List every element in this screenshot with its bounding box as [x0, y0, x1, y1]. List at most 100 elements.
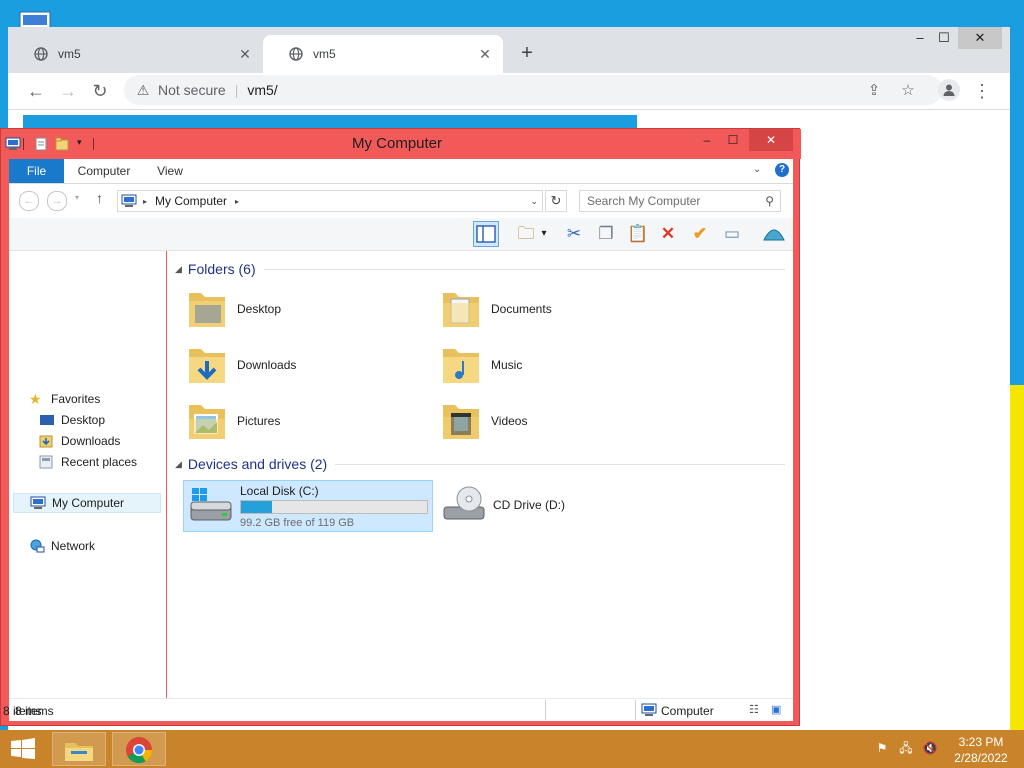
recent-locations-icon[interactable]: ▾: [75, 193, 79, 202]
collapse-icon: ◢: [175, 263, 182, 274]
refresh-icon[interactable]: ↻: [545, 190, 567, 212]
checkmark-icon[interactable]: ✔: [687, 221, 713, 247]
address-row: ← → ▾ ↑ ▸ My Computer ▸ ⌄ ↻ Search My Co…: [9, 184, 793, 218]
taskbar-chrome[interactable]: [112, 732, 166, 766]
action-center-flag-icon[interactable]: ⚑: [874, 740, 890, 756]
content-pane: ◢ Folders (6) Desktop Documents Download…: [167, 251, 793, 698]
pictures-folder-icon: [189, 405, 225, 439]
breadcrumb-chevron-icon[interactable]: ▸: [235, 197, 239, 206]
status-divider: [635, 700, 636, 720]
folder-name: Desktop: [237, 302, 282, 316]
folder-item-music[interactable]: Music: [433, 339, 683, 391]
windows-start-icon[interactable]: [10, 738, 36, 760]
ribbon-expand-icon[interactable]: ⌄: [753, 164, 761, 175]
file-explorer-icon: [65, 743, 93, 761]
group-header-drives[interactable]: ◢ Devices and drives (2): [175, 453, 785, 475]
folder-name: Videos: [491, 414, 528, 428]
folder-item-pictures[interactable]: Pictures: [179, 395, 429, 447]
downloads-folder-icon: [189, 349, 225, 383]
rename-icon[interactable]: ▭: [719, 221, 745, 247]
close-window-icon[interactable]: ✕: [749, 129, 793, 151]
minimize-icon[interactable]: –: [697, 129, 717, 151]
delete-icon[interactable]: ✕: [655, 221, 681, 247]
shell-icon[interactable]: [761, 221, 787, 247]
warning-icon: ⚠: [136, 81, 150, 98]
outer-status-bar: 8 items Computer: [1, 700, 801, 720]
breadcrumb-text[interactable]: My Computer: [155, 194, 227, 208]
search-input[interactable]: Search My Computer ⚲: [579, 190, 781, 212]
folder-item-downloads[interactable]: Downloads: [179, 339, 429, 391]
close-tab-icon[interactable]: ✕: [477, 46, 493, 62]
nav-label: My Computer: [52, 496, 125, 510]
drive-item-local-disk[interactable]: Local Disk (C:) 99.2 GB free of 119 GB: [183, 480, 433, 532]
star-icon[interactable]: ☆: [898, 81, 918, 101]
nav-network[interactable]: Network: [29, 536, 186, 556]
window-title: My Computer: [351, 135, 443, 152]
kebab-menu-icon[interactable]: ⋮: [970, 79, 994, 103]
maximize-icon[interactable]: ☐: [723, 129, 743, 151]
reload-icon[interactable]: ↻: [88, 79, 112, 103]
desktop-wallpaper-stripe: [1010, 385, 1024, 730]
search-placeholder: Search My Computer: [587, 194, 701, 208]
recent-places-icon: [39, 455, 53, 469]
folder-name: Downloads: [237, 358, 297, 372]
nav-label: Downloads: [61, 434, 121, 448]
taskbar: ⚑ 🖧 🔇 3:23 PM 2/28/2022: [0, 730, 1024, 768]
videos-folder-icon: [443, 405, 479, 439]
folder-item-videos[interactable]: Videos: [433, 395, 683, 447]
drive-free-space: 99.2 GB free of 119 GB: [240, 516, 355, 529]
drive-item-cd-drive[interactable]: CD Drive (D:): [437, 480, 685, 530]
taskbar-file-explorer[interactable]: [52, 732, 106, 766]
dropdown-arrow-icon[interactable]: ▾: [537, 221, 551, 247]
group-title: Devices and drives (2): [187, 456, 328, 472]
breadcrumb-chevron-icon[interactable]: ▸: [143, 197, 147, 206]
browser-tab-active[interactable]: vm5 ✕: [263, 35, 503, 73]
tab-view[interactable]: View: [147, 159, 193, 183]
search-icon[interactable]: ⚲: [765, 194, 774, 208]
folder-item-desktop[interactable]: Desktop: [179, 283, 429, 335]
collapse-icon: ◢: [175, 458, 182, 469]
network-tray-icon[interactable]: 🖧: [898, 740, 914, 756]
cut-icon[interactable]: ✂: [561, 221, 587, 247]
folder-item-documents[interactable]: Documents: [433, 283, 683, 335]
preview-pane-icon[interactable]: [473, 221, 499, 247]
navigation-pane: ★ Favorites Desktop Downloads Recent pla…: [9, 251, 166, 698]
nav-my-computer[interactable]: My Computer: [13, 493, 161, 513]
tab-computer[interactable]: Computer: [69, 159, 139, 183]
address-bar[interactable]: ⚠ Not secure | vm5/ ⇪ ☆: [124, 75, 942, 105]
system-clock[interactable]: 3:23 PM 2/28/2022: [946, 734, 1016, 766]
close-tab-icon[interactable]: ✕: [237, 46, 253, 62]
copy-icon[interactable]: ❐: [593, 221, 619, 247]
browser-titlebar: vm5 ✕ vm5 ✕ + – ☐ ✕: [8, 27, 1010, 73]
page-banner: [23, 115, 637, 129]
computer-icon: [121, 194, 137, 207]
properties-folder-icon[interactable]: 🗀: [513, 221, 539, 247]
volume-muted-icon[interactable]: 🔇: [922, 740, 938, 756]
plus-icon[interactable]: +: [516, 43, 538, 65]
address-dropdown-icon[interactable]: ⌄: [530, 196, 538, 207]
back-arrow-icon[interactable]: ←: [19, 191, 39, 211]
up-arrow-icon[interactable]: ↑: [96, 190, 103, 206]
tab-title: vm5: [58, 47, 81, 61]
music-folder-icon: [443, 349, 479, 383]
explorer-window: ▾ My Computer – ☐ ✕ File Computer View ⌄…: [0, 128, 801, 726]
share-icon[interactable]: ⇪: [864, 81, 884, 101]
chrome-icon: [126, 737, 153, 764]
forward-arrow-icon[interactable]: →: [56, 79, 80, 103]
folder-name: Music: [491, 358, 523, 372]
address-box[interactable]: ▸ My Computer ▸ ⌄: [117, 190, 543, 212]
group-header-folders[interactable]: ◢ Folders (6): [175, 258, 785, 280]
folder-name: Documents: [491, 302, 552, 316]
nav-label: Recent places: [61, 455, 138, 469]
close-window-icon[interactable]: ✕: [958, 27, 1002, 49]
forward-arrow-icon[interactable]: →: [47, 191, 67, 211]
nav-favorites[interactable]: ★ Favorites: [29, 389, 186, 409]
browser-tab[interactable]: vm5 ✕: [8, 35, 263, 73]
tab-file[interactable]: File: [9, 159, 64, 183]
help-icon[interactable]: ?: [775, 163, 789, 177]
back-arrow-icon[interactable]: ←: [24, 79, 48, 103]
profile-avatar-icon[interactable]: [938, 79, 960, 101]
star-icon: ★: [29, 391, 42, 407]
paste-icon[interactable]: 📋: [625, 221, 651, 247]
ribbon-tabs: File Computer View ⌄ ?: [9, 159, 793, 184]
